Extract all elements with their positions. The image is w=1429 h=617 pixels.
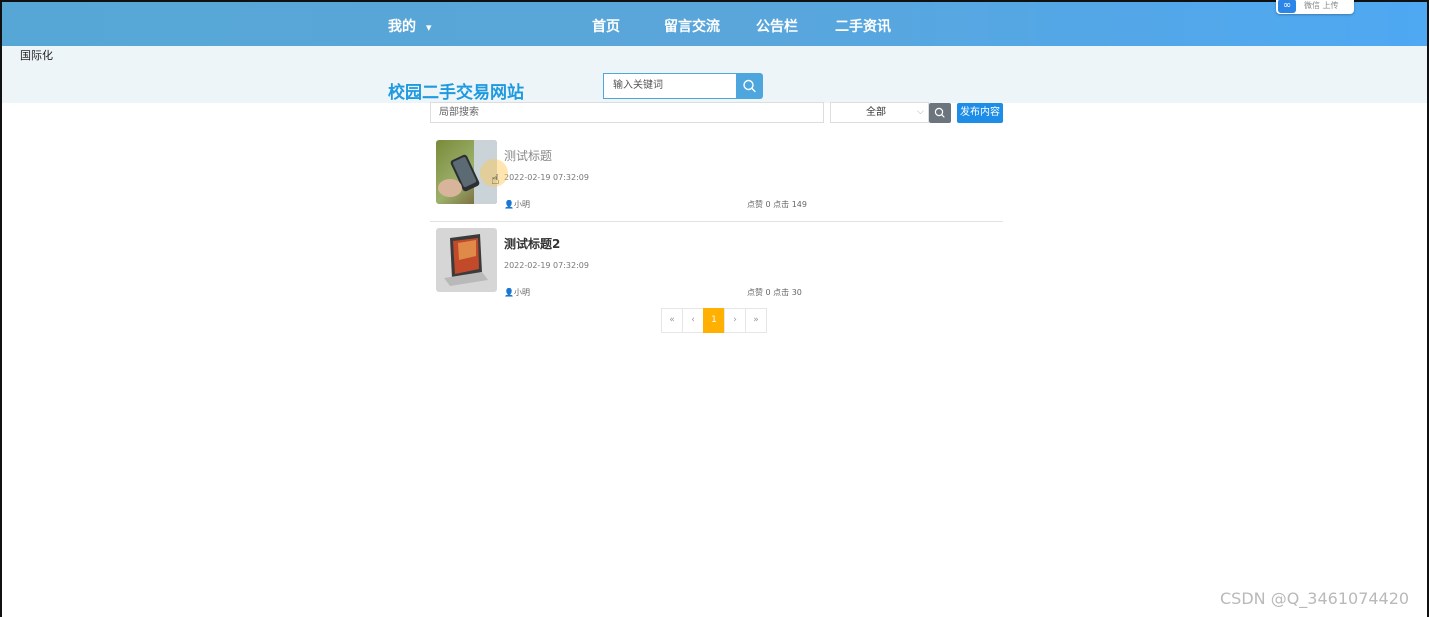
list-item[interactable]: 测试标题2 2022-02-19 07:32:09 👤小明 点赞 0 点击 30 bbox=[430, 228, 1003, 312]
list-item[interactable]: 测试标题 2022-02-19 07:32:09 👤小明 点赞 0 点击 149 bbox=[430, 140, 1003, 224]
nav-secondhand-news[interactable]: 二手资讯 bbox=[835, 16, 891, 36]
chevron-down-icon: ▾ bbox=[426, 21, 432, 34]
search-input[interactable]: 输入关键词 bbox=[603, 73, 737, 99]
user-icon: 👤 bbox=[504, 200, 514, 209]
publish-button[interactable]: 发布内容 bbox=[957, 103, 1003, 123]
nav-my-dropdown[interactable]: 我的 ▾ bbox=[388, 16, 432, 36]
tray-badge-text: 微信 上传 bbox=[1304, 1, 1339, 10]
category-select-value: 全部 bbox=[866, 107, 886, 118]
filter-search-button[interactable] bbox=[929, 103, 951, 123]
item-author: 👤小明 bbox=[504, 199, 530, 210]
pagination: « ‹ 1 › » bbox=[661, 308, 767, 333]
item-stats: 点赞 0 点击 30 bbox=[747, 288, 802, 297]
category-select[interactable]: 全部 ⌵ bbox=[830, 102, 929, 123]
item-author: 👤小明 bbox=[504, 287, 530, 298]
search-icon bbox=[934, 107, 945, 118]
search-button[interactable] bbox=[736, 73, 763, 99]
top-navbar: 我的 ▾ 首页 留言交流 公告栏 二手资讯 ∞ 微信 上传 bbox=[2, 0, 1427, 46]
page-next-button[interactable]: › bbox=[724, 308, 746, 333]
search-icon bbox=[743, 79, 756, 93]
chevron-down-icon: ⌵ bbox=[917, 107, 924, 117]
item-date: 2022-02-19 07:32:09 bbox=[504, 261, 589, 270]
item-stats: 点赞 0 点击 149 bbox=[747, 200, 807, 209]
watermark: CSDN @Q_3461074420 bbox=[1220, 589, 1410, 608]
user-icon: 👤 bbox=[504, 288, 514, 297]
page-number-button[interactable]: 1 bbox=[703, 308, 725, 333]
item-author-name: 小明 bbox=[513, 200, 530, 209]
item-thumbnail[interactable] bbox=[436, 228, 497, 292]
item-divider bbox=[430, 221, 1003, 222]
link-icon: ∞ bbox=[1278, 0, 1296, 13]
corner-label[interactable]: 国际化 bbox=[20, 47, 53, 63]
hand-cursor-icon: ☝ bbox=[491, 172, 500, 188]
local-search-input[interactable]: 局部搜索 bbox=[430, 102, 824, 123]
item-date: 2022-02-19 07:32:09 bbox=[504, 173, 589, 182]
page-first-button[interactable]: « bbox=[661, 308, 683, 333]
page-last-button[interactable]: » bbox=[745, 308, 767, 333]
nav-notice-board[interactable]: 公告栏 bbox=[756, 16, 798, 36]
nav-home[interactable]: 首页 bbox=[592, 16, 620, 36]
nav-my-label: 我的 bbox=[388, 19, 416, 35]
site-title[interactable]: 校园二手交易网站 bbox=[388, 78, 524, 103]
browser-frame: 我的 ▾ 首页 留言交流 公告栏 二手资讯 ∞ 微信 上传 国际化 校园二手交易网… bbox=[0, 0, 1429, 617]
tray-badge[interactable]: ∞ 微信 上传 bbox=[1276, 0, 1354, 14]
item-title[interactable]: 测试标题 bbox=[504, 147, 552, 164]
page-prev-button[interactable]: ‹ bbox=[682, 308, 704, 333]
item-title[interactable]: 测试标题2 bbox=[504, 235, 560, 252]
nav-messages[interactable]: 留言交流 bbox=[664, 16, 720, 36]
item-author-name: 小明 bbox=[513, 288, 530, 297]
